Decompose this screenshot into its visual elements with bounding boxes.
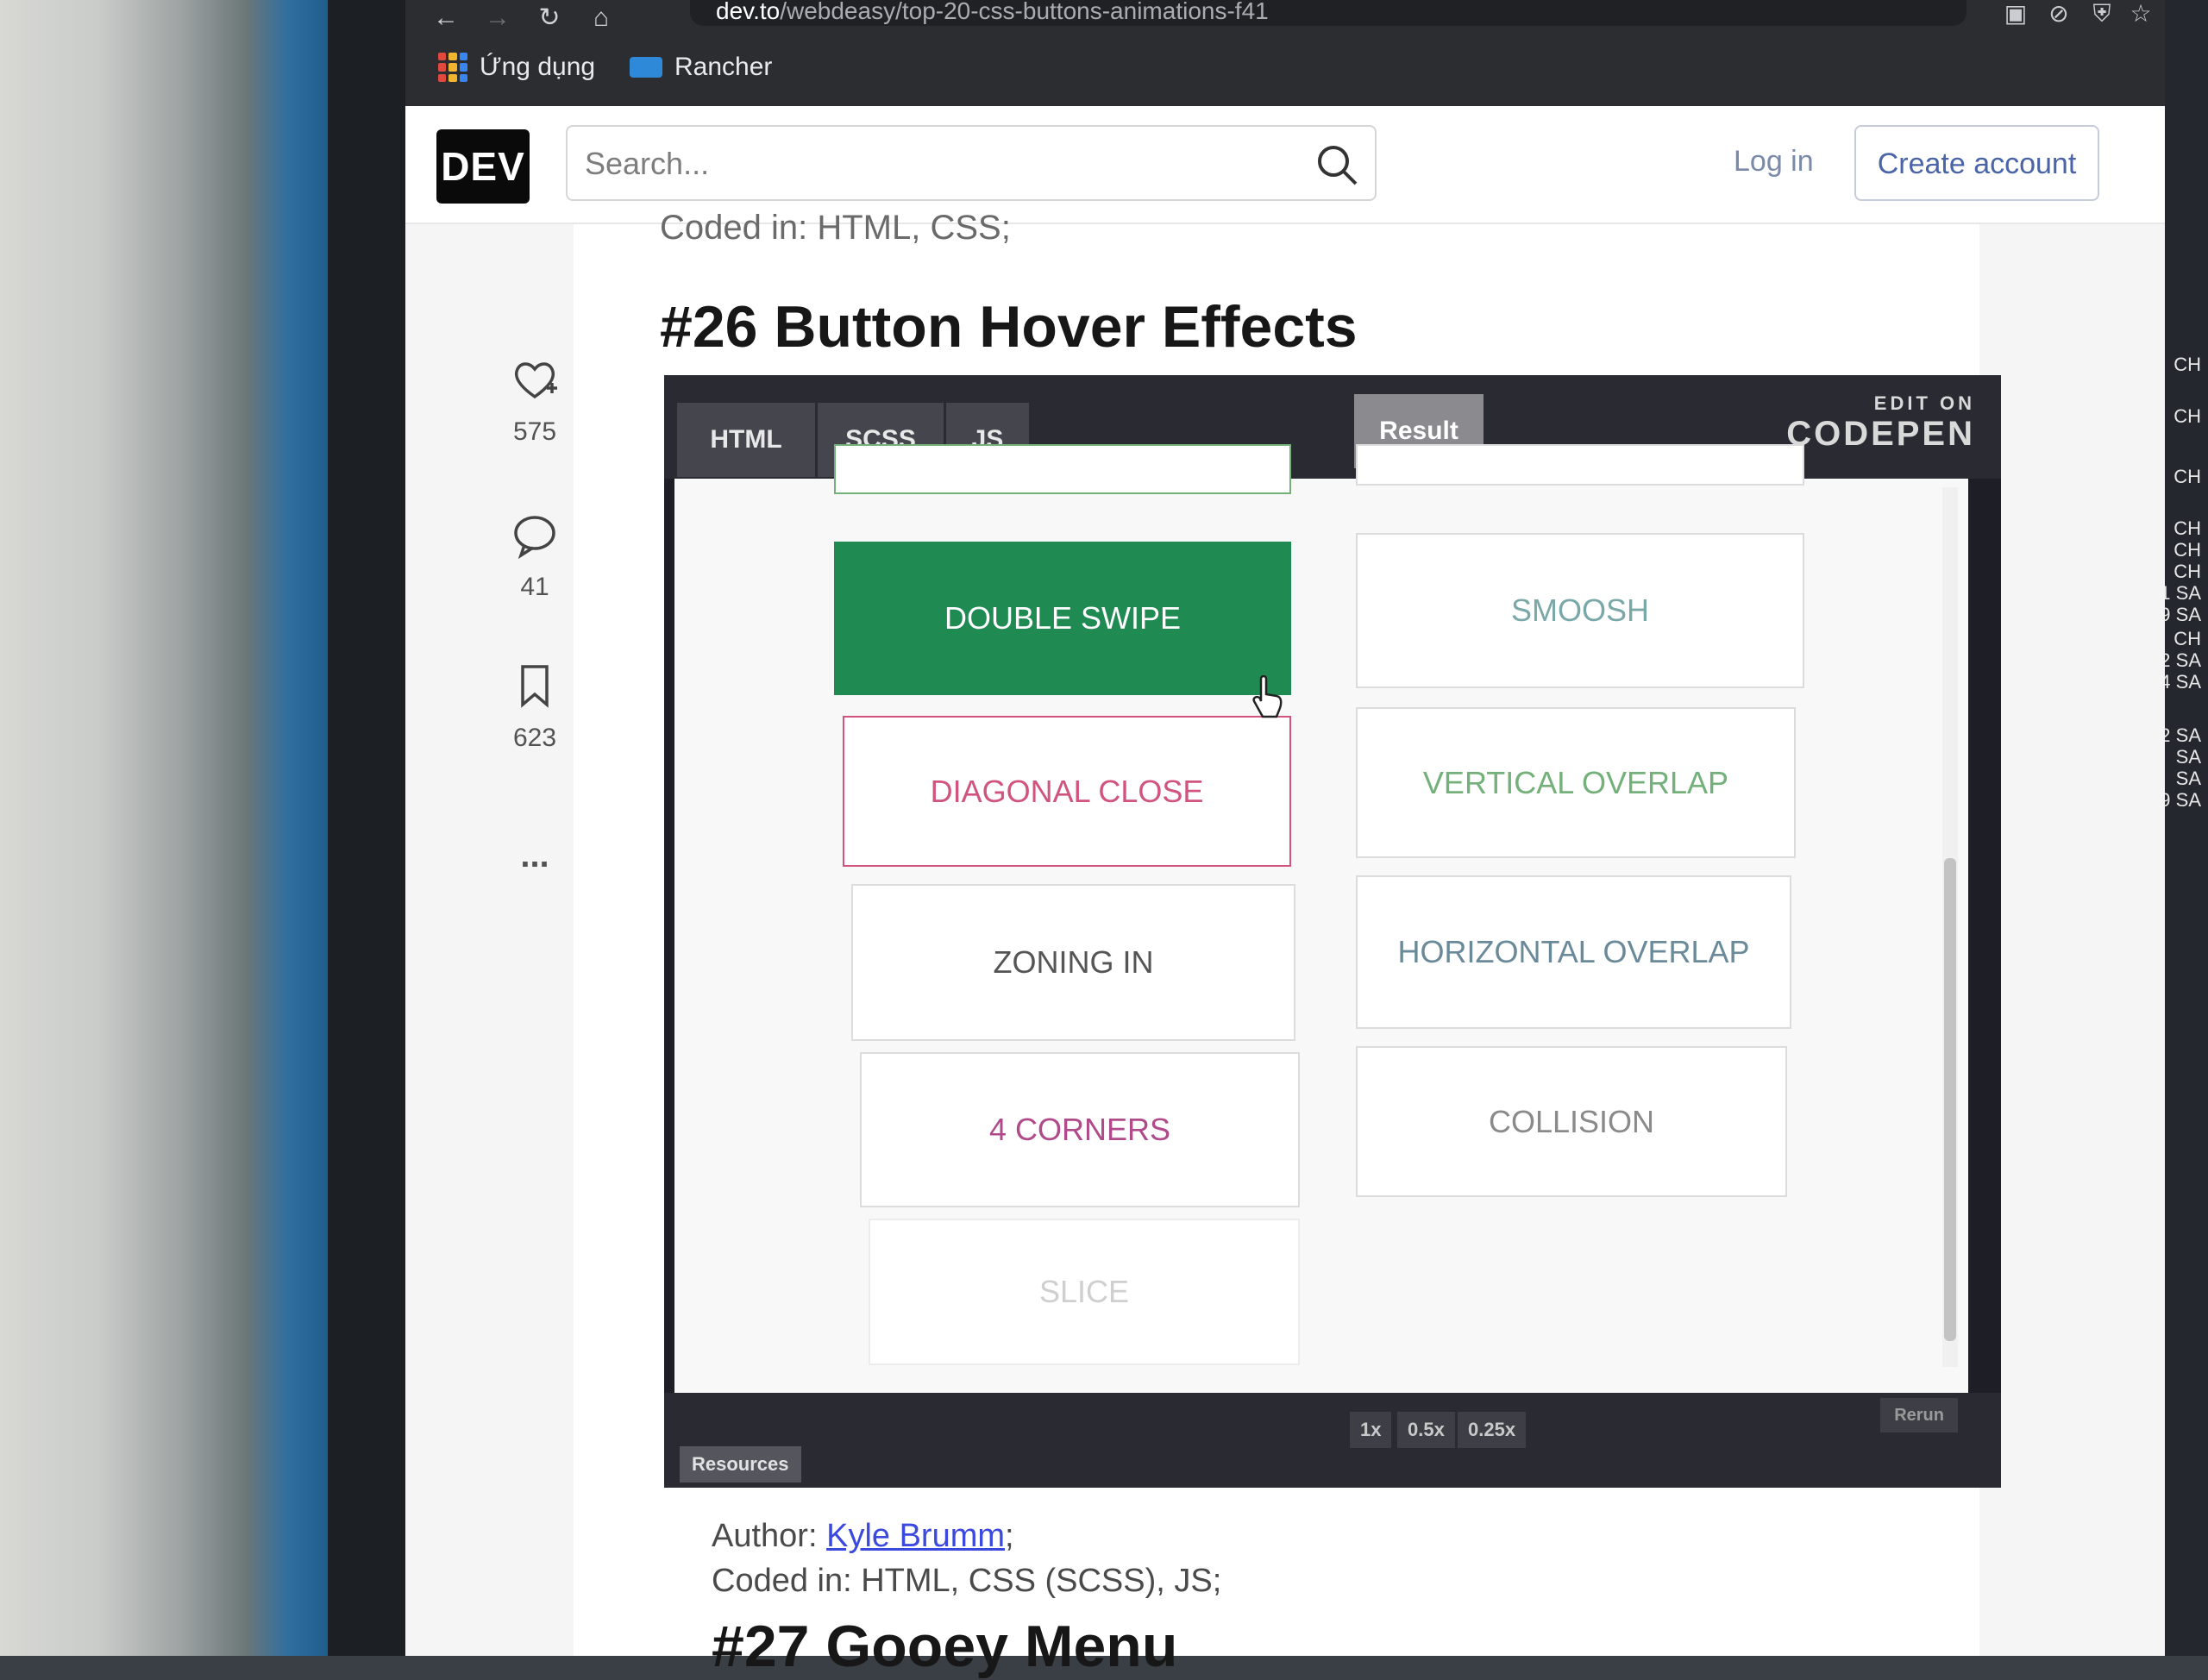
next-section-title: #27 Gooey Menu bbox=[712, 1614, 1178, 1679]
horizontal-overlap-button[interactable]: HORIZONTAL OVERLAP bbox=[1356, 875, 1791, 1029]
strip-label: 1 SA bbox=[2160, 582, 2201, 604]
like-count: 575 bbox=[512, 417, 557, 446]
author-line: Author: Kyle Brumm; bbox=[712, 1518, 1014, 1555]
strip-label: 2 SA bbox=[2160, 649, 2201, 671]
home-icon[interactable]: ⌂ bbox=[586, 3, 616, 33]
strip-label: 9 SA bbox=[2160, 789, 2201, 811]
strip-label: CH bbox=[2174, 405, 2201, 427]
codepen-embed: HTML SCSS JS Result EDIT ON CODEPEN DOUB… bbox=[664, 375, 2001, 1488]
bookmark-label: Rancher bbox=[674, 53, 773, 81]
zoom-quarter-button[interactable]: 0.25x bbox=[1458, 1412, 1527, 1448]
translate-icon[interactable]: ▣ bbox=[2001, 0, 2030, 29]
strip-label: SA bbox=[2175, 768, 2201, 789]
page-body: 575 41 623 ... Coded in: HTML, CSS; #26 … bbox=[405, 209, 2165, 1679]
shield-icon[interactable]: ⛨ bbox=[2087, 0, 2117, 29]
bookmark-rancher[interactable]: Rancher bbox=[630, 53, 772, 82]
create-account-button[interactable]: Create account bbox=[1854, 125, 2099, 201]
strip-label: CH bbox=[2174, 466, 2201, 487]
heart-plus-icon bbox=[514, 362, 557, 399]
strip-label: 2 SA bbox=[2160, 724, 2201, 746]
reload-icon[interactable]: ↻ bbox=[535, 3, 564, 33]
forward-icon[interactable]: → bbox=[483, 3, 512, 33]
codepen-logo: CODEPEN bbox=[1786, 415, 1975, 453]
strip-label: CH bbox=[2174, 517, 2201, 539]
search-icon[interactable] bbox=[1314, 142, 1359, 187]
zoom-half-button[interactable]: 0.5x bbox=[1397, 1412, 1455, 1448]
dev-logo[interactable]: DEV bbox=[436, 129, 530, 204]
strip-label: 4 SA bbox=[2160, 671, 2201, 693]
apps-grid-icon bbox=[438, 53, 467, 82]
double-swipe-button[interactable]: DOUBLE SWIPE bbox=[834, 542, 1291, 695]
result-preview: DOUBLE SWIPE SMOOSH DIAGONAL CLOSE VERTI… bbox=[674, 444, 1968, 1393]
bookmark-icon bbox=[521, 665, 549, 708]
embed-footer: 1x 0.5x 0.25x Rerun Resources bbox=[664, 1393, 2001, 1488]
partial-button[interactable] bbox=[1356, 444, 1804, 486]
edit-on-label: EDIT ON bbox=[1873, 392, 1975, 414]
rerun-button[interactable]: Rerun bbox=[1880, 1398, 1958, 1432]
strip-label: CH bbox=[2174, 561, 2201, 582]
coded-in-text: Coded in: HTML, CSS; bbox=[660, 209, 1011, 247]
comment-icon bbox=[514, 516, 555, 560]
url-domain: dev.to bbox=[716, 0, 781, 24]
scrollbar-thumb[interactable] bbox=[1944, 858, 1956, 1341]
smoosh-button[interactable]: SMOOSH bbox=[1356, 533, 1804, 688]
search-field[interactable] bbox=[566, 125, 1377, 201]
block-icon[interactable]: ⊘ bbox=[2044, 0, 2073, 29]
collision-button[interactable]: COLLISION bbox=[1356, 1046, 1787, 1197]
vertical-overlap-button[interactable]: VERTICAL OVERLAP bbox=[1356, 707, 1796, 858]
bookmark-label: Ứng dụng bbox=[480, 53, 596, 81]
author-link[interactable]: Kyle Brumm bbox=[826, 1518, 1005, 1554]
preview-scrollbar[interactable] bbox=[1942, 487, 1958, 1367]
author-suffix: ; bbox=[1005, 1518, 1014, 1554]
diagonal-close-button[interactable]: DIAGONAL CLOSE bbox=[843, 716, 1291, 867]
four-corners-button[interactable]: 4 CORNERS bbox=[860, 1052, 1300, 1207]
rancher-icon bbox=[630, 57, 662, 78]
back-icon[interactable]: ← bbox=[431, 3, 461, 33]
site-header: DEV Log in Create account bbox=[405, 106, 2165, 224]
background-wall bbox=[0, 0, 328, 1656]
bookmark-apps[interactable]: Ứng dụng bbox=[438, 53, 595, 82]
author-label: Author: bbox=[712, 1518, 818, 1554]
strip-label: CH bbox=[2174, 628, 2201, 649]
zoning-in-button[interactable]: ZONING IN bbox=[851, 884, 1295, 1041]
hand-cursor-icon bbox=[1252, 675, 1283, 718]
coded-in-text: Coded in: HTML, CSS (SCSS), JS; bbox=[712, 1563, 1222, 1599]
strip-label: 9 SA bbox=[2160, 604, 2201, 625]
comment-count: 41 bbox=[520, 573, 549, 601]
article-content: Coded in: HTML, CSS; #26 Button Hover Ef… bbox=[574, 209, 2001, 1679]
search-input[interactable] bbox=[583, 139, 1294, 189]
strip-label: SA bbox=[2175, 746, 2201, 768]
partial-button[interactable] bbox=[834, 444, 1291, 494]
login-link[interactable]: Log in bbox=[1734, 145, 1814, 179]
resources-button[interactable]: Resources bbox=[680, 1446, 801, 1483]
section-title: #26 Button Hover Effects bbox=[660, 294, 1358, 360]
bookmarks-bar: Ứng dụng Rancher bbox=[405, 39, 2165, 106]
strip-label: CH bbox=[2174, 539, 2201, 561]
url-path: /webdeasy/top-20-css-buttons-animations-… bbox=[780, 0, 1269, 24]
browser-toolbar: ← → ↻ ⌂ dev.to/webdeasy/top-20-css-butto… bbox=[405, 0, 2165, 39]
tab-html[interactable]: HTML bbox=[677, 403, 815, 477]
bookmark-count: 623 bbox=[512, 724, 557, 752]
edit-on-codepen-link[interactable]: EDIT ON CODEPEN bbox=[1786, 392, 1975, 454]
browser-window: ← → ↻ ⌂ dev.to/webdeasy/top-20-css-butto… bbox=[405, 0, 2165, 1679]
star-icon[interactable]: ☆ bbox=[2126, 0, 2155, 29]
strip-label: CH bbox=[2174, 354, 2201, 375]
address-bar[interactable]: dev.to/webdeasy/top-20-css-buttons-anima… bbox=[690, 0, 1966, 26]
zoom-1x-button[interactable]: 1x bbox=[1350, 1412, 1392, 1448]
slice-button[interactable]: SLICE bbox=[869, 1219, 1300, 1365]
